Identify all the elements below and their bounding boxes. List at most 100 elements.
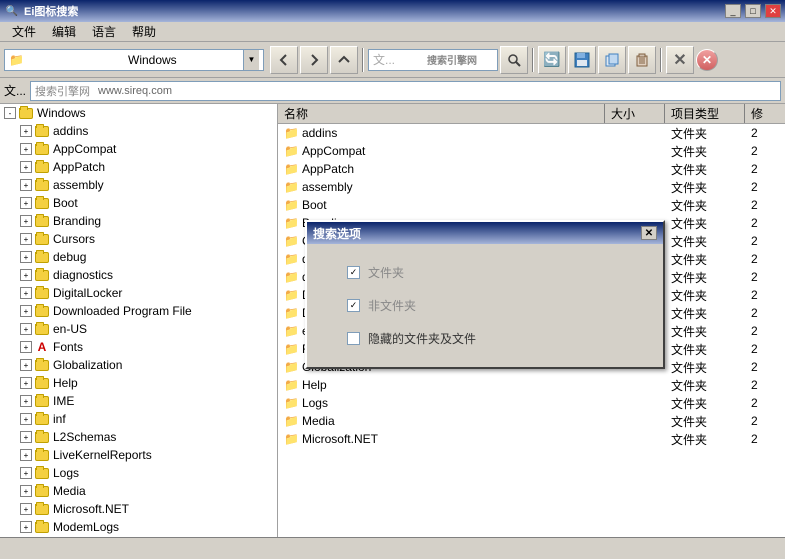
tree-item-microsoft-net[interactable]: + Microsoft.NET	[0, 500, 277, 518]
tree-expand-5[interactable]: +	[20, 215, 32, 227]
refresh-button[interactable]: 🔄	[538, 46, 566, 74]
folder-icon-9	[34, 285, 50, 301]
tree-expand-1[interactable]: +	[20, 143, 32, 155]
search-box[interactable]: 文... 搜索引擎网	[368, 49, 498, 71]
tree-expand-21[interactable]: +	[20, 503, 32, 515]
search-button[interactable]	[500, 46, 528, 74]
tree-expand-22[interactable]: +	[20, 521, 32, 533]
search-options-dialog[interactable]: 搜索选项 ✕ 文件夹 非文件夹 隐藏的文件夹及文件	[305, 220, 665, 369]
file-name-17: 📁 Microsoft.NET	[278, 432, 605, 446]
forward-button[interactable]	[300, 46, 328, 74]
tree-item-nvmup[interactable]: + nvmup	[0, 536, 277, 537]
tree-scroll[interactable]: - Windows + addins + AppCompat + AppPatc…	[0, 104, 277, 537]
dialog-close-button[interactable]: ✕	[641, 226, 657, 240]
file-row-14[interactable]: 📁 Help 文件夹 2	[278, 376, 785, 394]
close-x-button[interactable]: ✕	[666, 46, 694, 74]
tree-item-assembly[interactable]: + assembly	[0, 176, 277, 194]
menu-file[interactable]: 文件	[4, 21, 44, 42]
tree-item-ime[interactable]: + IME	[0, 392, 277, 410]
tree-expand-13[interactable]: +	[20, 359, 32, 371]
tree-item-downloaded-program-file[interactable]: + Downloaded Program File	[0, 302, 277, 320]
folder-icon-file-13: 📁	[284, 360, 299, 374]
file-row-3[interactable]: 📁 assembly 文件夹 2	[278, 178, 785, 196]
tree-expand-10[interactable]: +	[20, 305, 32, 317]
col-header-name[interactable]: 名称	[278, 104, 605, 123]
back-button[interactable]	[270, 46, 298, 74]
delete-button[interactable]	[628, 46, 656, 74]
tree-expand-15[interactable]: +	[20, 395, 32, 407]
file-date-16: 2	[745, 414, 785, 428]
address-dropdown-arrow[interactable]: ▼	[243, 50, 259, 70]
tree-expand-2[interactable]: +	[20, 161, 32, 173]
tree-item-appcompat[interactable]: + AppCompat	[0, 140, 277, 158]
close-button[interactable]: ✕	[765, 4, 781, 18]
tree-expand-4[interactable]: +	[20, 197, 32, 209]
menu-help[interactable]: 帮助	[124, 21, 164, 42]
tree-item-addins[interactable]: + addins	[0, 122, 277, 140]
file-type-8: 文件夹	[665, 269, 745, 286]
file-row-1[interactable]: 📁 AppCompat 文件夹 2	[278, 142, 785, 160]
file-row-17[interactable]: 📁 Microsoft.NET 文件夹 2	[278, 430, 785, 448]
file-type-14: 文件夹	[665, 377, 745, 394]
tree-item-debug[interactable]: + debug	[0, 248, 277, 266]
addr-input-field[interactable]: 搜索引擎网 www.sireq.com	[30, 81, 781, 101]
tree-expand-6[interactable]: +	[20, 233, 32, 245]
tree-expand-18[interactable]: +	[20, 449, 32, 461]
tree-expand-12[interactable]: +	[20, 341, 32, 353]
file-row-15[interactable]: 📁 Logs 文件夹 2	[278, 394, 785, 412]
tree-item-logs[interactable]: + Logs	[0, 464, 277, 482]
menu-edit[interactable]: 编辑	[44, 21, 84, 42]
tree-expand-11[interactable]: +	[20, 323, 32, 335]
tree-expand-20[interactable]: +	[20, 485, 32, 497]
up-button[interactable]	[330, 46, 358, 74]
tree-item-digitallocker[interactable]: + DigitalLocker	[0, 284, 277, 302]
stop-button[interactable]: ✕	[696, 49, 718, 71]
tree-item-help[interactable]: + Help	[0, 374, 277, 392]
file-row-0[interactable]: 📁 addins 文件夹 2	[278, 124, 785, 142]
menu-language[interactable]: 语言	[84, 21, 124, 42]
checkbox-non-folder[interactable]	[347, 299, 360, 312]
tree-item-l2schemas[interactable]: + L2Schemas	[0, 428, 277, 446]
checkbox-hidden[interactable]	[347, 332, 360, 345]
col-header-date[interactable]: 修	[745, 104, 785, 123]
folder-icon-5	[34, 213, 50, 229]
folder-icon-file-8: 📁	[284, 270, 299, 284]
tree-item-apppatch[interactable]: + AppPatch	[0, 158, 277, 176]
tree-item-en-us[interactable]: + en-US	[0, 320, 277, 338]
tree-item-livekernelreports[interactable]: + LiveKernelReports	[0, 446, 277, 464]
file-row-4[interactable]: 📁 Boot 文件夹 2	[278, 196, 785, 214]
file-date-13: 2	[745, 360, 785, 374]
tree-item-fonts[interactable]: + A Fonts	[0, 338, 277, 356]
tree-item-media[interactable]: + Media	[0, 482, 277, 500]
copy-button[interactable]	[598, 46, 626, 74]
file-row-2[interactable]: 📁 AppPatch 文件夹 2	[278, 160, 785, 178]
file-row-16[interactable]: 📁 Media 文件夹 2	[278, 412, 785, 430]
file-type-10: 文件夹	[665, 305, 745, 322]
minimize-button[interactable]: _	[725, 4, 741, 18]
tree-expand-0[interactable]: +	[20, 125, 32, 137]
checkbox-folder[interactable]	[347, 266, 360, 279]
tree-item-globalization[interactable]: + Globalization	[0, 356, 277, 374]
tree-expand-17[interactable]: +	[20, 431, 32, 443]
tree-expand-19[interactable]: +	[20, 467, 32, 479]
tree-item-modemlogs[interactable]: + ModemLogs	[0, 518, 277, 536]
tree-item-diagnostics[interactable]: + diagnostics	[0, 266, 277, 284]
col-header-type[interactable]: 项目类型	[665, 104, 745, 123]
tree-item-branding[interactable]: + Branding	[0, 212, 277, 230]
tree-expand-14[interactable]: +	[20, 377, 32, 389]
tree-label-7: debug	[53, 250, 86, 264]
address-bar[interactable]: 📁 Windows ▼	[4, 49, 264, 71]
tree-expand-3[interactable]: +	[20, 179, 32, 191]
tree-expand-8[interactable]: +	[20, 269, 32, 281]
tree-expand-9[interactable]: +	[20, 287, 32, 299]
save-button[interactable]	[568, 46, 596, 74]
col-header-size[interactable]: 大小	[605, 104, 665, 123]
tree-item-windows-root[interactable]: - Windows	[0, 104, 277, 122]
tree-expand-windows[interactable]: -	[4, 107, 16, 119]
tree-expand-16[interactable]: +	[20, 413, 32, 425]
tree-item-boot[interactable]: + Boot	[0, 194, 277, 212]
tree-item-inf[interactable]: + inf	[0, 410, 277, 428]
tree-expand-7[interactable]: +	[20, 251, 32, 263]
maximize-button[interactable]: □	[745, 4, 761, 18]
tree-item-cursors[interactable]: + Cursors	[0, 230, 277, 248]
